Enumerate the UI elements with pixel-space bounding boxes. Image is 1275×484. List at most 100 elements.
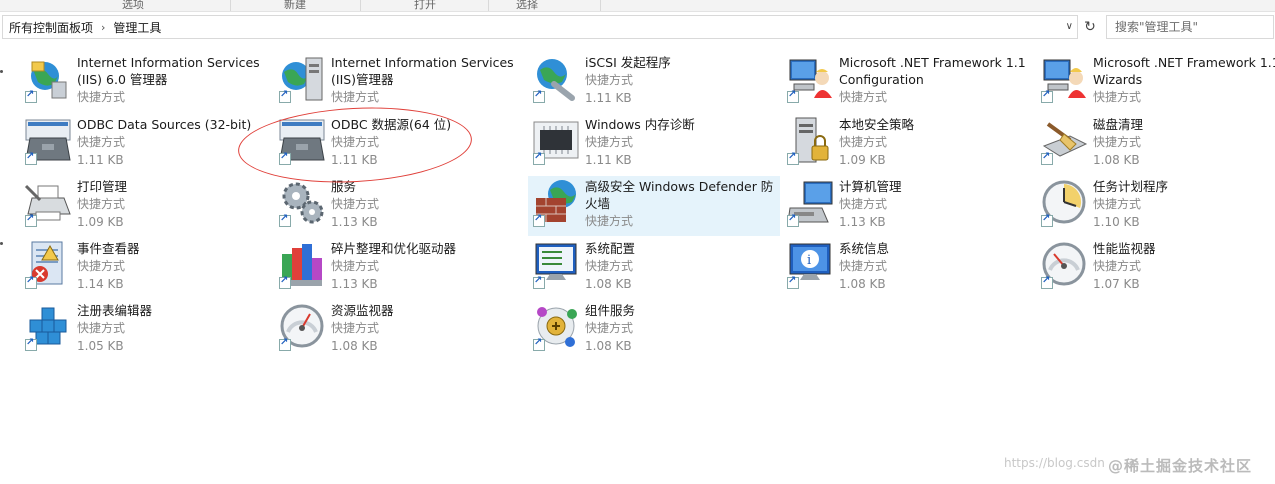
list-item[interactable]: Windows 内存诊断快捷方式 1.11 KB bbox=[528, 114, 780, 174]
item-size: 1.11 KB bbox=[585, 153, 632, 167]
list-item[interactable]: 碎片整理和优化驱动器快捷方式 1.13 KB bbox=[274, 238, 526, 298]
watermark-brand: @稀土掘金技术社区 bbox=[1108, 457, 1253, 475]
shortcut-arrow-icon bbox=[787, 275, 799, 289]
item-name: 磁盘清理 bbox=[1093, 117, 1144, 132]
item-type: 快捷方式 bbox=[1093, 135, 1142, 149]
ribbon-separator bbox=[488, 0, 489, 11]
ribbon-tab-new[interactable]: 新建 bbox=[284, 0, 306, 12]
item-size: 1.07 KB bbox=[1093, 277, 1140, 291]
item-type: 快捷方式 bbox=[331, 321, 380, 335]
item-type: 快捷方式 bbox=[839, 90, 888, 104]
address-row: 所有控制面板项 › 管理工具 ∨ ↻ bbox=[0, 14, 1275, 40]
item-size: 1.09 KB bbox=[77, 215, 124, 229]
item-name: 本地安全策略 bbox=[839, 117, 915, 132]
list-item[interactable]: 本地安全策略快捷方式 1.09 KB bbox=[782, 114, 1034, 174]
list-item-selected[interactable]: 高级安全 Windows Defender 防火墙快捷方式 bbox=[528, 176, 780, 236]
item-type: 快捷方式 bbox=[331, 90, 380, 104]
list-item[interactable]: Internet Information Services (IIS)管理器快捷… bbox=[274, 52, 526, 112]
shortcut-arrow-icon bbox=[533, 275, 545, 289]
item-type: 快捷方式 bbox=[585, 73, 634, 87]
item-name: 打印管理 bbox=[77, 179, 128, 194]
item-size: 1.08 KB bbox=[1093, 153, 1140, 167]
item-size: 1.13 KB bbox=[331, 277, 378, 291]
ribbon-tab-select[interactable]: 选择 bbox=[516, 0, 538, 12]
shortcut-arrow-icon bbox=[533, 213, 545, 227]
list-item[interactable]: ODBC Data Sources (32-bit)快捷方式1.11 KB bbox=[20, 114, 272, 174]
breadcrumb-chevron-icon[interactable]: › bbox=[101, 21, 105, 34]
list-item[interactable]: 性能监视器快捷方式 1.07 KB bbox=[1036, 238, 1275, 298]
list-item[interactable]: 组件服务快捷方式 1.08 KB bbox=[528, 300, 780, 360]
search-box[interactable] bbox=[1106, 15, 1274, 39]
item-name: Microsoft .NET Framework 1.1 Configurati… bbox=[839, 55, 1026, 87]
item-type: 快捷方式 bbox=[585, 214, 634, 228]
item-type: 快捷方式 bbox=[585, 259, 634, 273]
item-size: 1.08 KB bbox=[331, 339, 378, 353]
list-item[interactable]: 服务快捷方式1.13 KB bbox=[274, 176, 526, 236]
ribbon-tab-open[interactable]: 打开 bbox=[414, 0, 436, 12]
list-item[interactable]: 事件查看器快捷方式 1.14 KB bbox=[20, 238, 272, 298]
item-name: 系统信息 bbox=[839, 241, 890, 256]
breadcrumb-admin-tools[interactable]: 管理工具 bbox=[113, 19, 161, 36]
ribbon-tab-options[interactable]: 选项 bbox=[122, 0, 144, 12]
ribbon-separator bbox=[600, 0, 601, 11]
address-bar[interactable]: 所有控制面板项 › 管理工具 ∨ bbox=[2, 15, 1078, 39]
item-type: 快捷方式 bbox=[839, 259, 888, 273]
item-type: 快捷方式 bbox=[77, 90, 126, 104]
item-type: 快捷方式 bbox=[331, 259, 380, 273]
shortcut-arrow-icon bbox=[1041, 89, 1053, 103]
item-name: iSCSI 发起程序 bbox=[585, 55, 671, 70]
list-item[interactable]: 资源监视器快捷方式 1.08 KB bbox=[274, 300, 526, 360]
ribbon-separator bbox=[230, 0, 231, 11]
item-size: 1.09 KB bbox=[839, 153, 886, 167]
item-name: 事件查看器 bbox=[77, 241, 140, 256]
list-item[interactable]: 计算机管理快捷方式 1.13 KB bbox=[782, 176, 1034, 236]
shortcut-arrow-icon bbox=[25, 151, 37, 165]
list-item[interactable]: Internet Information Services (IIS) 6.0 … bbox=[20, 52, 272, 112]
list-item[interactable]: 磁盘清理快捷方式 1.08 KB bbox=[1036, 114, 1275, 174]
item-size: 1.11 KB bbox=[585, 91, 632, 105]
item-name: 任务计划程序 bbox=[1093, 179, 1169, 194]
item-type: 快捷方式 bbox=[331, 197, 380, 211]
item-type: 快捷方式 bbox=[77, 259, 126, 273]
list-item[interactable]: 任务计划程序快捷方式 1.10 KB bbox=[1036, 176, 1275, 236]
refresh-icon[interactable]: ↻ bbox=[1079, 16, 1101, 38]
list-item[interactable]: Microsoft .NET Framework 1.1 Configurati… bbox=[782, 52, 1034, 112]
list-item[interactable]: 注册表编辑器快捷方式 1.05 KB bbox=[20, 300, 272, 360]
shortcut-arrow-icon bbox=[1041, 275, 1053, 289]
item-name: Internet Information Services (IIS) 6.0 … bbox=[77, 55, 260, 87]
item-type: 快捷方式 bbox=[839, 197, 888, 211]
item-type: 快捷方式 bbox=[839, 135, 888, 149]
list-item[interactable]: Microsoft .NET Framework 1.1 Wizards 快捷方式 bbox=[1036, 52, 1275, 112]
item-name: ODBC Data Sources (32-bit) bbox=[77, 117, 252, 132]
item-name: 高级安全 Windows Defender 防火墙 bbox=[585, 179, 774, 211]
shortcut-arrow-icon bbox=[279, 275, 291, 289]
list-item[interactable]: i 系统信息快捷方式 1.08 KB bbox=[782, 238, 1034, 298]
shortcut-arrow-icon bbox=[25, 337, 37, 351]
list-item[interactable]: 打印管理快捷方式 1.09 KB bbox=[20, 176, 272, 236]
shortcut-arrow-icon bbox=[279, 89, 291, 103]
shortcut-arrow-icon bbox=[279, 337, 291, 351]
item-type: 快捷方式 bbox=[1093, 90, 1142, 104]
address-dropdown-chevron-icon[interactable]: ∨ bbox=[1066, 21, 1073, 32]
ribbon-separator bbox=[360, 0, 361, 11]
item-name: Windows 内存诊断 bbox=[585, 117, 695, 132]
list-item[interactable]: 系统配置快捷方式 1.08 KB bbox=[528, 238, 780, 298]
watermark-url: https://blog.csdn bbox=[1004, 456, 1105, 470]
breadcrumb-control-panel[interactable]: 所有控制面板项 bbox=[9, 19, 93, 36]
list-item[interactable]: iSCSI 发起程序快捷方式 1.11 KB bbox=[528, 52, 780, 112]
shortcut-arrow-icon bbox=[25, 213, 37, 227]
edge-dot bbox=[0, 70, 3, 73]
item-name: 碎片整理和优化驱动器 bbox=[331, 241, 457, 256]
item-name: 系统配置 bbox=[585, 241, 636, 256]
item-name: Microsoft .NET Framework 1.1 Wizards bbox=[1093, 55, 1275, 87]
shortcut-arrow-icon bbox=[1041, 213, 1053, 227]
item-type: 快捷方式 bbox=[1093, 259, 1142, 273]
item-type: 快捷方式 bbox=[77, 197, 126, 211]
item-name: 资源监视器 bbox=[331, 303, 394, 318]
item-size: 1.08 KB bbox=[585, 339, 632, 353]
item-size: 1.14 KB bbox=[77, 277, 124, 291]
search-input[interactable] bbox=[1107, 16, 1273, 38]
item-name: 性能监视器 bbox=[1093, 241, 1156, 256]
shortcut-arrow-icon bbox=[1041, 151, 1053, 165]
item-name: 注册表编辑器 bbox=[77, 303, 153, 318]
